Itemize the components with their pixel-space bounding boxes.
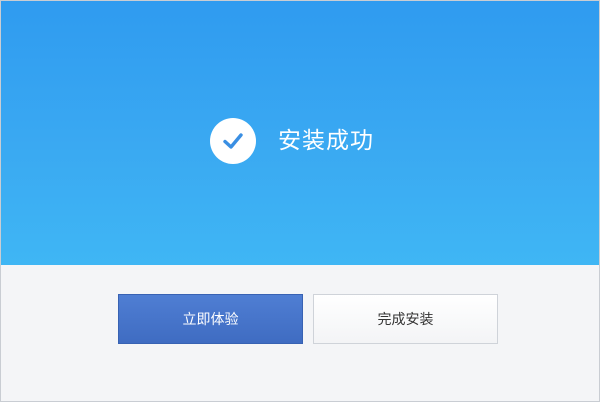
success-status: 安装成功: [210, 118, 374, 164]
check-mark: [223, 133, 243, 149]
installer-window: 安装成功 立即体验 完成安装: [0, 0, 600, 402]
finish-install-button[interactable]: 完成安装: [313, 294, 498, 344]
success-message: 安装成功: [278, 128, 374, 154]
action-bar: 立即体验 完成安装: [1, 265, 599, 401]
check-icon: [210, 118, 256, 164]
success-banner: 安装成功: [1, 1, 599, 265]
try-now-button[interactable]: 立即体验: [118, 294, 303, 344]
